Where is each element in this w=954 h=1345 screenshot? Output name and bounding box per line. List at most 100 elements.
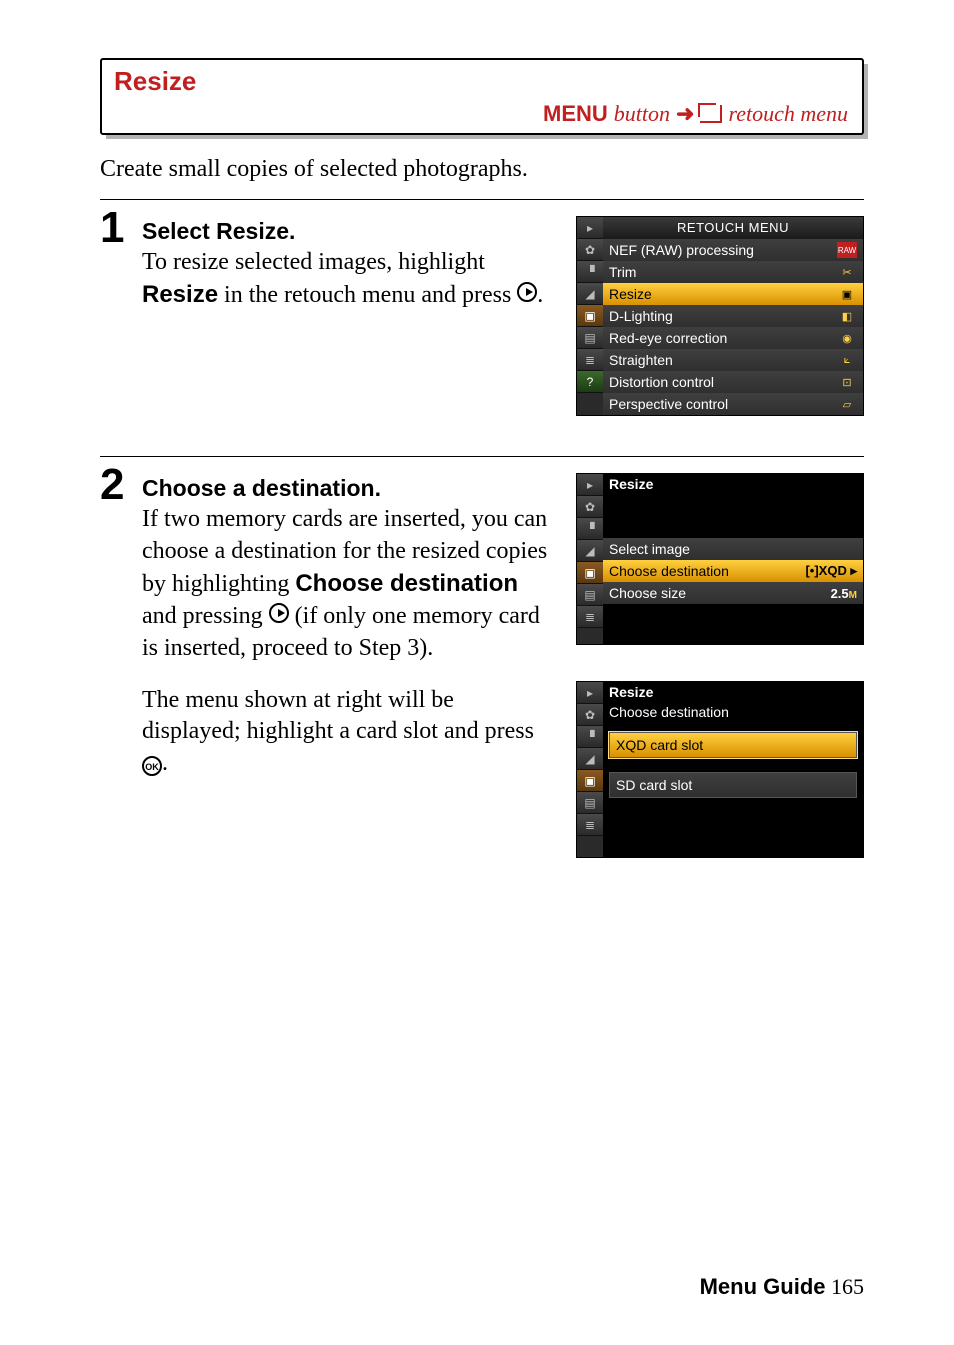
menu-row-value: [•]XQD ▸ bbox=[805, 563, 857, 579]
multiselector-right-icon bbox=[269, 603, 289, 623]
step-1-body: To resize selected images, highlight Res… bbox=[142, 247, 558, 312]
menu-row-icon: ▣ bbox=[837, 286, 857, 302]
menu-row: Straighten ⟀ bbox=[603, 349, 863, 371]
tab-custom-icon: ▝ bbox=[577, 518, 603, 540]
menu-path: MENU button ➜ retouch menu bbox=[114, 101, 848, 127]
tab-setup-icon: ◢ bbox=[577, 283, 603, 305]
divider bbox=[100, 456, 864, 457]
screenshot-subtitle: Choose destination bbox=[603, 702, 863, 722]
step2-para2-dot: . bbox=[162, 750, 168, 776]
retouch-menu-icon bbox=[700, 105, 722, 123]
tab-custom-icon: ▝ bbox=[577, 261, 603, 283]
section-heading: Resize MENU button ➜ retouch menu bbox=[100, 58, 864, 135]
menu-row: Perspective control ▱ bbox=[603, 393, 863, 415]
tab-recent-icon: ≣ bbox=[577, 606, 603, 628]
footer-label: Menu Guide bbox=[700, 1274, 826, 1299]
screenshot-resize: ▸ ✿ ▝ ◢ ▣ ▤ ≣ Resize Sele bbox=[576, 473, 864, 645]
tab-recent-icon: ≣ bbox=[577, 349, 603, 371]
step1-text-a: To resize selected images, highlight bbox=[142, 249, 485, 275]
menu-row: Choose size 2.5M bbox=[603, 582, 863, 604]
step-2-number: 2 bbox=[100, 463, 142, 507]
arrow-icon: ➜ bbox=[676, 101, 694, 127]
screenshot-subtitle: Resize bbox=[603, 474, 863, 494]
menu-row-label: D-Lighting bbox=[609, 308, 673, 324]
tab-recent-icon: ≣ bbox=[577, 814, 603, 836]
menu-row-icon: ⟀ bbox=[837, 352, 857, 368]
dest-item: XQD card slot bbox=[609, 732, 857, 758]
step-2: 2 Choose a destination. If two memory ca… bbox=[100, 463, 864, 858]
menu-row: D-Lighting ◧ bbox=[603, 305, 863, 327]
step2-para2-a: The menu shown at right will be displaye… bbox=[142, 687, 534, 745]
menu-row: Distortion control ⊡ bbox=[603, 371, 863, 393]
step-1: 1 Select Resize. To resize selected imag… bbox=[100, 206, 864, 416]
tab-custom-icon: ▝ bbox=[577, 726, 603, 748]
menu-row-icon: RAW bbox=[837, 242, 857, 258]
menu-row: NEF (RAW) processing RAW bbox=[603, 239, 863, 261]
step1-dot: . bbox=[537, 282, 543, 308]
tab-mymenu-icon: ▤ bbox=[577, 327, 603, 349]
tabstrip: ▸ ✿ ▝ ◢ ▣ ▤ ≣ ? bbox=[577, 217, 603, 415]
tab-setup-icon: ◢ bbox=[577, 748, 603, 770]
step-2-title: Choose a destination. bbox=[142, 473, 558, 504]
menu-row-icon: ⊡ bbox=[837, 374, 857, 390]
menu-row: Choose destination [•]XQD ▸ bbox=[603, 560, 863, 582]
step-2-body: If two memory cards are inserted, you ca… bbox=[142, 504, 558, 665]
menu-row-icon: ◉ bbox=[837, 330, 857, 346]
tab-retouch-icon: ▣ bbox=[577, 305, 603, 327]
step2-text-b: and pressing bbox=[142, 603, 269, 629]
tab-retouch-icon: ▣ bbox=[577, 562, 603, 584]
menu-row-label: Perspective control bbox=[609, 396, 728, 412]
menu-row-label: Choose size bbox=[609, 585, 686, 601]
menu-row-label: Straighten bbox=[609, 352, 673, 368]
tab-camera-icon: ✿ bbox=[577, 704, 603, 726]
button-label: button bbox=[614, 101, 670, 127]
screenshot-title: Resize bbox=[603, 682, 863, 702]
menu-row-label: Choose destination bbox=[609, 563, 729, 579]
tab-help-icon: ? bbox=[577, 371, 603, 393]
menu-row-icon: ◧ bbox=[837, 308, 857, 324]
step1-resize-bold: Resize bbox=[142, 281, 218, 308]
menu-row-label: Distortion control bbox=[609, 374, 714, 390]
menu-label: MENU bbox=[543, 101, 608, 127]
menu-row-icon: ✂ bbox=[837, 264, 857, 280]
tab-camera-icon: ✿ bbox=[577, 239, 603, 261]
tabstrip: ▸ ✿ ▝ ◢ ▣ ▤ ≣ bbox=[577, 682, 603, 857]
dest-item: SD card slot bbox=[609, 772, 857, 798]
menu-row-label: NEF (RAW) processing bbox=[609, 242, 754, 258]
step2-choose-dest-bold: Choose destination bbox=[295, 570, 518, 597]
footer-page: 165 bbox=[826, 1274, 865, 1299]
menu-row: Resize ▣ bbox=[603, 283, 863, 305]
tab-camera-icon: ✿ bbox=[577, 496, 603, 518]
menu-row-icon: ▱ bbox=[837, 396, 857, 412]
tab-playback-icon: ▸ bbox=[577, 217, 603, 239]
screenshot-choose-destination: ▸ ✿ ▝ ◢ ▣ ▤ ≣ Resize Choose destination bbox=[576, 681, 864, 858]
ok-button-icon: OK bbox=[142, 756, 162, 776]
step-1-title: Select Resize. bbox=[142, 216, 558, 247]
retouch-menu-label: retouch menu bbox=[728, 101, 848, 127]
divider bbox=[100, 199, 864, 200]
tab-retouch-icon: ▣ bbox=[577, 770, 603, 792]
tab-mymenu-icon: ▤ bbox=[577, 792, 603, 814]
intro-text: Create small copies of selected photogra… bbox=[100, 153, 864, 185]
step-2-para2: The menu shown at right will be displaye… bbox=[142, 685, 542, 781]
section-title: Resize bbox=[114, 66, 848, 97]
page-footer: Menu Guide 165 bbox=[700, 1274, 864, 1300]
step1-text-b: in the retouch menu and press bbox=[218, 282, 517, 308]
screenshot-retouch-menu: ▸ ✿ ▝ ◢ ▣ ▤ ≣ ? RETOUCH MENU NEF (RAW) p… bbox=[576, 216, 864, 416]
multiselector-right-icon bbox=[517, 282, 537, 302]
menu-row: Red-eye correction ◉ bbox=[603, 327, 863, 349]
screenshot-title: RETOUCH MENU bbox=[603, 217, 863, 239]
menu-row-value: 2.5M bbox=[831, 586, 857, 601]
menu-row-label: Trim bbox=[609, 264, 636, 280]
tab-mymenu-icon: ▤ bbox=[577, 584, 603, 606]
menu-row-label: Resize bbox=[609, 286, 652, 302]
menu-row: Select image bbox=[603, 538, 863, 560]
tab-setup-icon: ◢ bbox=[577, 540, 603, 562]
menu-row-label: Red-eye correction bbox=[609, 330, 727, 346]
menu-row: Trim ✂ bbox=[603, 261, 863, 283]
tab-playback-icon: ▸ bbox=[577, 682, 603, 704]
tab-playback-icon: ▸ bbox=[577, 474, 603, 496]
menu-row-label: Select image bbox=[609, 541, 690, 557]
tabstrip: ▸ ✿ ▝ ◢ ▣ ▤ ≣ bbox=[577, 474, 603, 644]
step-1-number: 1 bbox=[100, 206, 142, 250]
